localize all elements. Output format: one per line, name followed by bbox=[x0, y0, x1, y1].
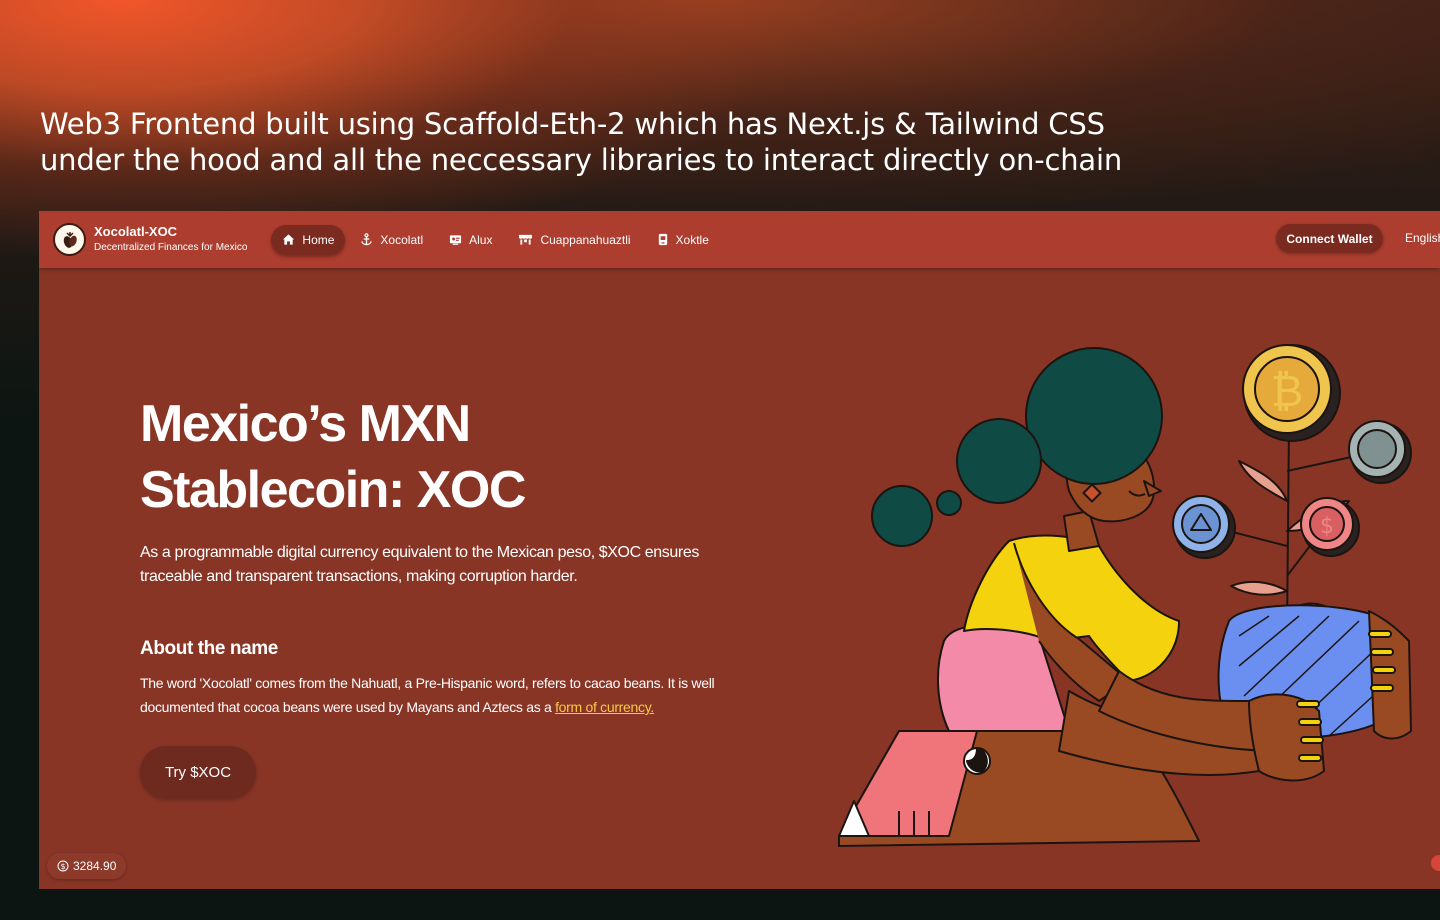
form-of-currency-link[interactable]: form of currency. bbox=[555, 699, 654, 715]
connect-wallet-button[interactable]: Connect Wallet bbox=[1276, 224, 1383, 253]
hero-title-line-2: Stablecoin: XOC bbox=[140, 461, 526, 519]
nav-item-label: Xoktle bbox=[675, 232, 709, 247]
balance-value: 3284.90 bbox=[73, 859, 117, 873]
nav-item-xoktle[interactable]: Xoktle bbox=[646, 225, 720, 255]
shop-awning-icon bbox=[519, 234, 533, 245]
nav-item-label: Home bbox=[302, 232, 335, 247]
jar-icon bbox=[658, 233, 667, 246]
headline: Web3 Frontend built using Scaffold-Eth-2… bbox=[40, 106, 1140, 178]
nav-menu: Home Xocolatl Alux Cuappanahuaztli Xoktl… bbox=[271, 224, 724, 255]
home-icon bbox=[283, 234, 295, 245]
about-heading: About the name bbox=[140, 638, 278, 659]
brand-subtitle: Decentralized Finances for Mexico bbox=[94, 242, 248, 253]
about-paragraph: The word 'Xocolatl' comes from the Nahua… bbox=[140, 671, 750, 719]
svg-text:$: $ bbox=[1320, 514, 1334, 539]
headline-line-1: Web3 Frontend built using Scaffold-Eth-2… bbox=[40, 107, 1105, 141]
nav-item-label: Xocolatl bbox=[380, 232, 424, 247]
svg-text:$: $ bbox=[60, 862, 65, 871]
try-xoc-button[interactable]: Try $XOC bbox=[140, 746, 256, 798]
navbar: Xocolatl-XOC Decentralized Finances for … bbox=[39, 211, 1440, 268]
cacao-logo-icon bbox=[53, 223, 86, 256]
id-card-icon bbox=[450, 235, 462, 245]
nav-item-label: Alux bbox=[469, 232, 493, 247]
brand-title: Xocolatl-XOC bbox=[94, 224, 178, 239]
balance-badge[interactable]: $ 3284.90 bbox=[47, 853, 127, 879]
nav-item-home[interactable]: Home bbox=[271, 224, 346, 255]
app-screenshot: Xocolatl-XOC Decentralized Finances for … bbox=[39, 211, 1440, 889]
woman-growing-coins-illustration: ₿ $ bbox=[838, 344, 1412, 847]
nav-item-alux[interactable]: Alux bbox=[438, 225, 503, 255]
anchor-icon bbox=[361, 233, 373, 246]
svg-text:₿: ₿ bbox=[1271, 366, 1304, 417]
corner-indicator-dot[interactable] bbox=[1431, 855, 1440, 871]
nav-item-label: Cuappanahuaztli bbox=[540, 232, 631, 247]
brand[interactable]: Xocolatl-XOC Decentralized Finances for … bbox=[53, 223, 247, 256]
hero-title: Mexico’s MXN Stablecoin: XOC bbox=[140, 391, 526, 523]
language-selector[interactable]: English bbox=[1405, 231, 1440, 245]
nav-item-xocolatl[interactable]: Xocolatl bbox=[349, 225, 434, 255]
hero-title-line-1: Mexico’s MXN bbox=[140, 395, 471, 453]
nav-item-cuappanahuaztli[interactable]: Cuappanahuaztli bbox=[507, 225, 641, 255]
headline-line-2: under the hood and all the neccessary li… bbox=[40, 143, 1123, 177]
hero-description: As a programmable digital currency equiv… bbox=[140, 544, 699, 585]
dollar-circle-icon: $ bbox=[57, 860, 69, 872]
